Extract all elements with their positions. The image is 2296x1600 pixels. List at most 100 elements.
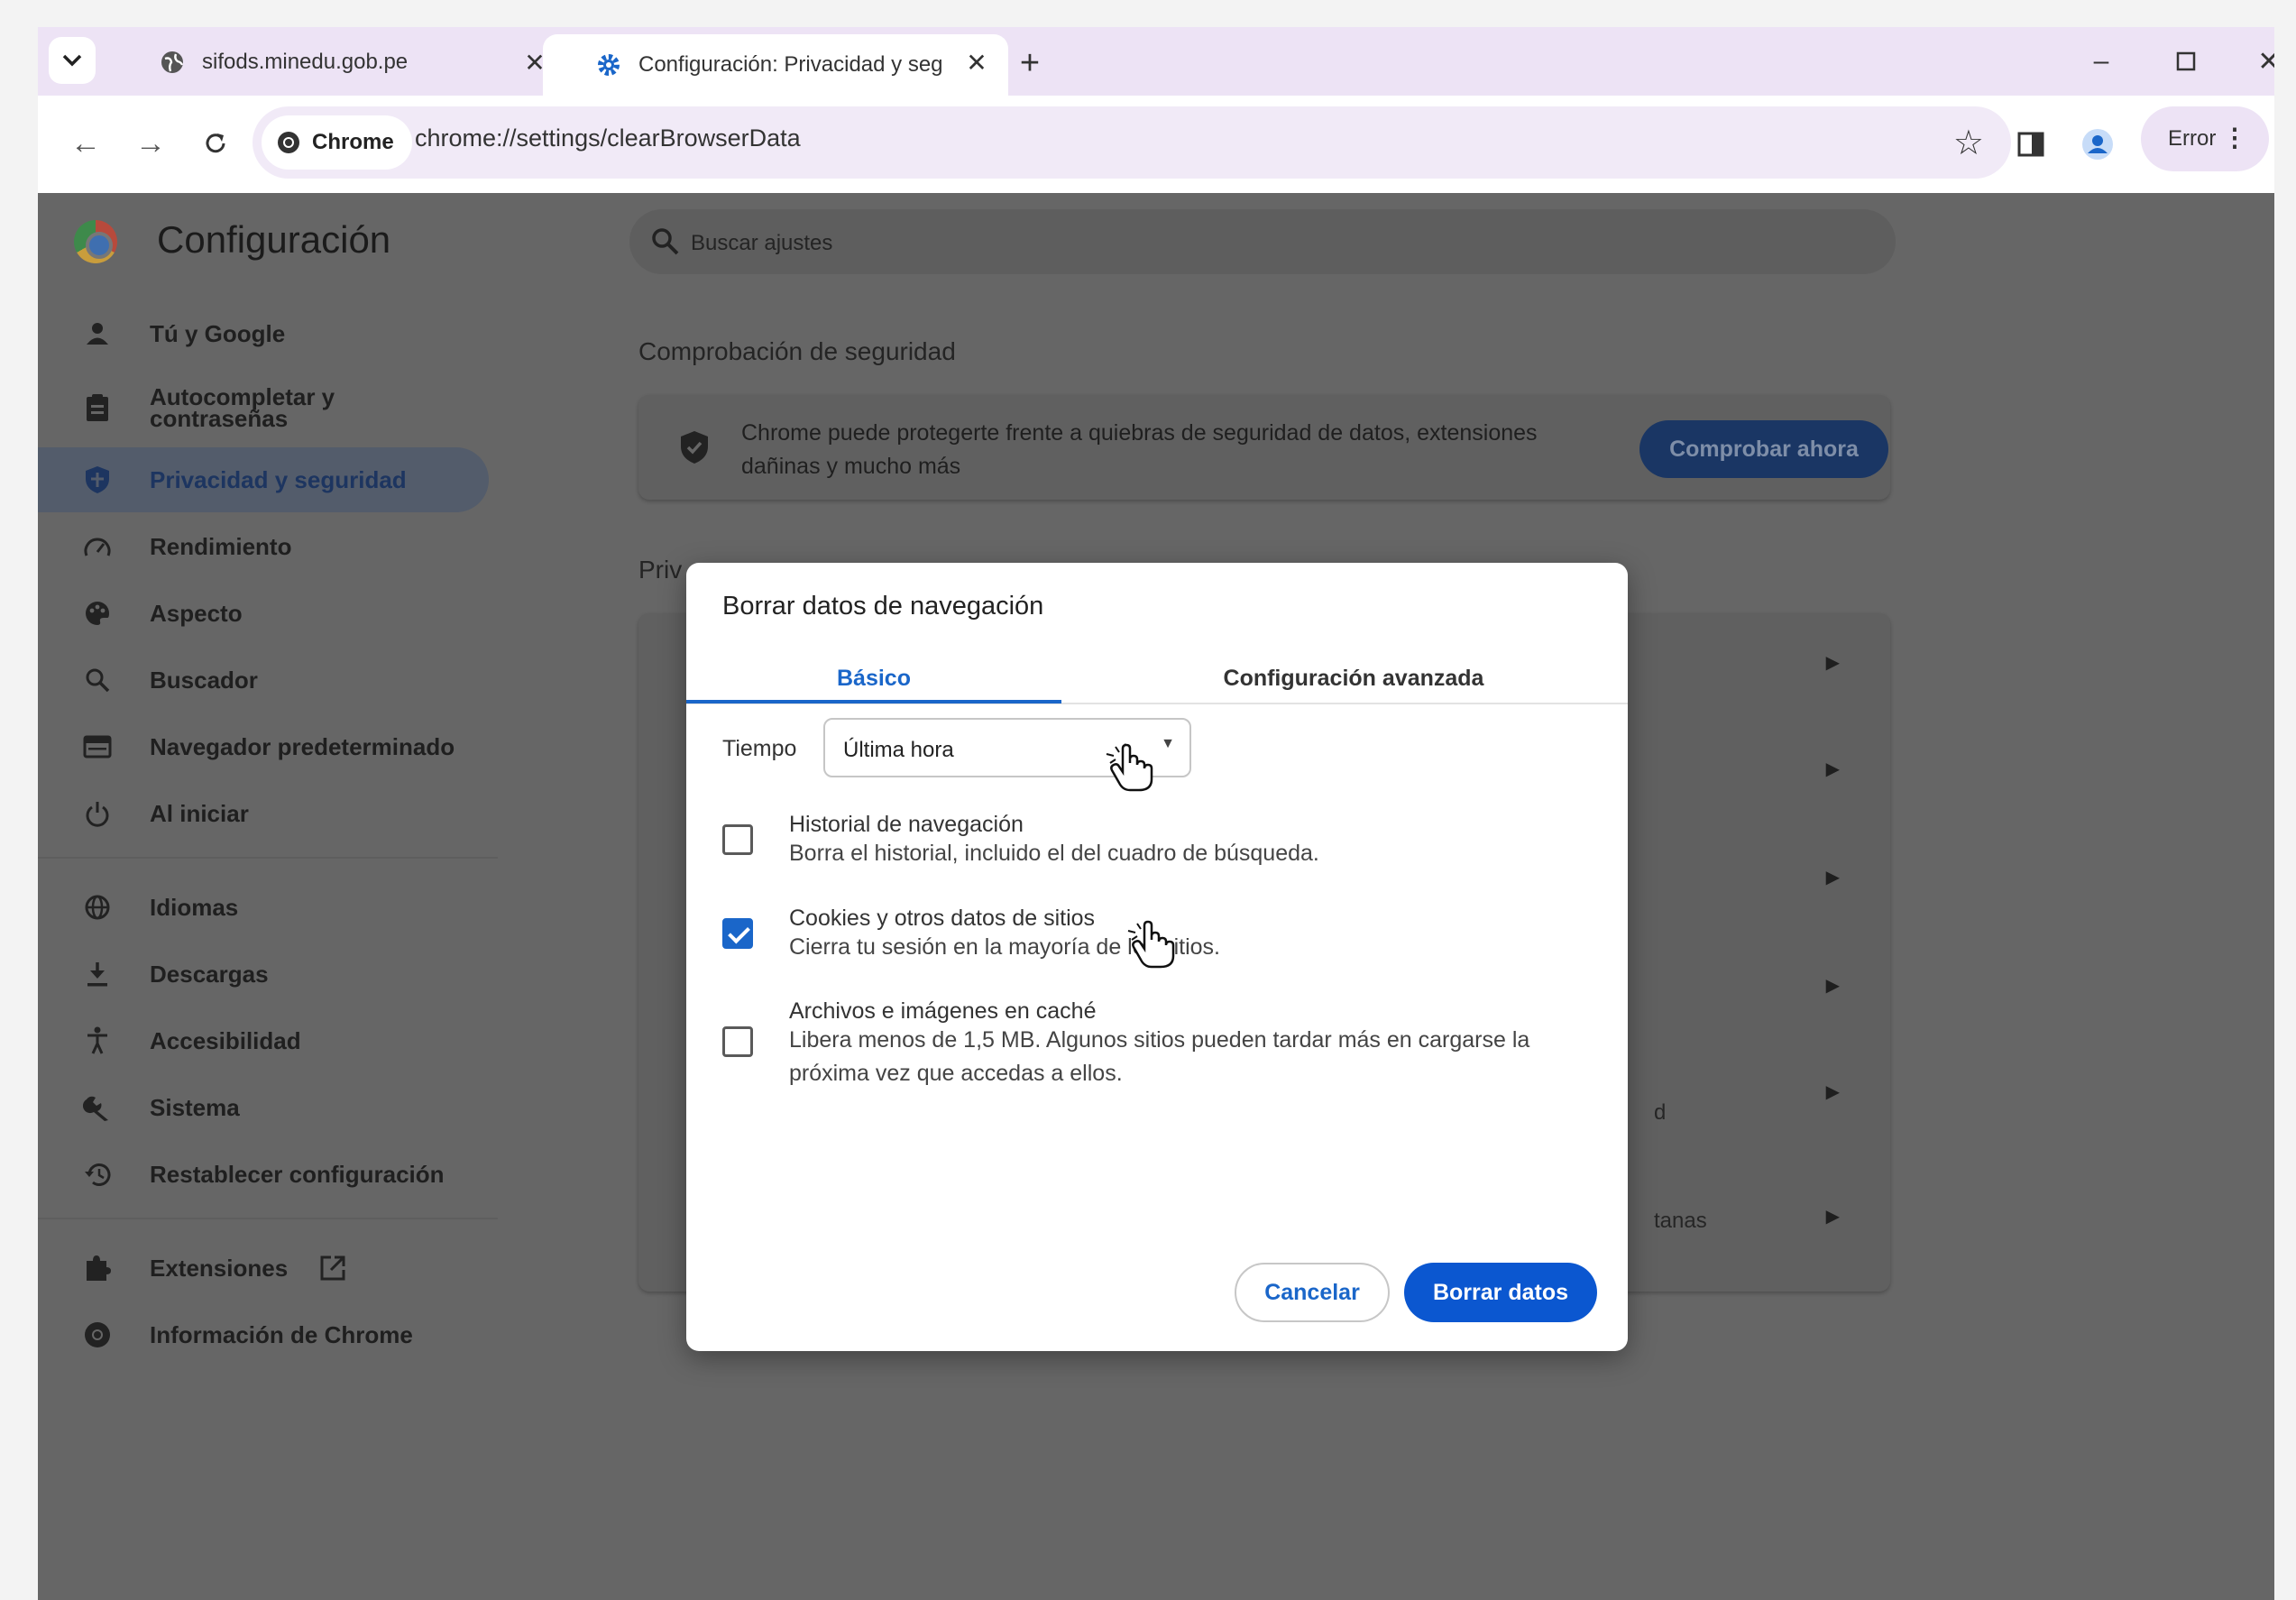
sidebar-item-restablecer[interactable]: Restablecer configuración	[38, 1142, 489, 1207]
sidebar-item-rendimiento[interactable]: Rendimiento	[38, 514, 489, 579]
sidebar-item-label: Al iniciar	[150, 799, 249, 827]
url-text[interactable]: chrome://settings/clearBrowserData	[415, 124, 801, 152]
new-tab-button[interactable]: +	[1008, 41, 1052, 85]
tab-strip: sifods.minedu.gob.pe ✕ Configuración: Pr…	[38, 27, 2274, 96]
profile-error-button[interactable]: Error ⋮	[2141, 106, 2269, 171]
site-info-chip[interactable]: Chrome	[262, 115, 412, 170]
active-tab-indicator	[686, 700, 1061, 703]
tab-sifods[interactable]: sifods.minedu.gob.pe ✕	[119, 34, 566, 90]
chevron-right-icon[interactable]: ▶	[1826, 866, 1840, 888]
profile-icon[interactable]	[2074, 121, 2121, 168]
reload-icon[interactable]	[191, 119, 240, 168]
chrome-icon	[78, 1315, 117, 1355]
browser-window: sifods.minedu.gob.pe ✕ Configuración: Pr…	[38, 27, 2274, 1600]
chevron-right-icon[interactable]: ▶	[1826, 974, 1840, 997]
chevron-right-icon[interactable]: ▶	[1826, 758, 1840, 780]
minimize-icon[interactable]: –	[2074, 41, 2128, 81]
chrome-icon	[278, 132, 299, 153]
side-panel-icon[interactable]	[2007, 121, 2054, 168]
kebab-menu-icon[interactable]: ⋮	[2222, 123, 2247, 152]
chevron-right-icon[interactable]: ▶	[1826, 1205, 1840, 1228]
row-partial-text: tanas	[1654, 1209, 1707, 1233]
palette-icon	[78, 593, 117, 633]
sidebar-item-label: Restablecer configuración	[150, 1160, 445, 1188]
star-icon[interactable]: ☆	[1953, 123, 1984, 163]
globe-icon	[159, 49, 186, 76]
cache-option-title: Archivos e imágenes en caché	[789, 998, 1097, 1024]
sidebar-item-accesibilidad[interactable]: Accesibilidad	[38, 1008, 489, 1073]
clipboard-icon	[78, 388, 117, 428]
sidebar-item-label: Información de Chrome	[150, 1320, 413, 1348]
shield-icon	[78, 460, 117, 500]
puzzle-icon	[78, 1248, 117, 1288]
tab-advanced[interactable]: Configuración avanzada	[1155, 651, 1552, 705]
hand-cursor-icon	[1127, 920, 1175, 969]
sidebar-item-label: Rendimiento	[150, 532, 292, 560]
chevron-right-icon[interactable]: ▶	[1826, 651, 1840, 674]
clear-browsing-data-dialog: Borrar datos de navegación Básico Config…	[686, 563, 1628, 1351]
sidebar-item-extensiones[interactable]: Extensiones	[38, 1236, 489, 1301]
close-window-icon[interactable]: ✕	[2242, 41, 2274, 81]
sidebar-item-label: Tú y Google	[150, 319, 286, 347]
sidebar-item-label: Autocompletar y contraseñas	[150, 383, 335, 432]
chevron-right-icon[interactable]: ▶	[1826, 1080, 1840, 1103]
tab-configuracion[interactable]: Configuración: Privacidad y seg ✕	[543, 34, 1008, 96]
cancel-button[interactable]: Cancelar	[1235, 1263, 1390, 1322]
address-bar[interactable]: Chrome chrome://settings/clearBrowserDat…	[253, 106, 2011, 179]
history-icon	[78, 1154, 117, 1194]
cookies-checkbox[interactable]	[722, 918, 753, 949]
sidebar-item-label: Privacidad y seguridad	[150, 465, 407, 493]
speedometer-icon	[78, 527, 117, 566]
search-placeholder: Buscar ajustes	[691, 231, 833, 255]
cookies-option-title: Cookies y otros datos de sitios	[789, 906, 1096, 931]
privacy-heading: Priv	[638, 556, 683, 584]
row-partial-text: d	[1654, 1100, 1667, 1125]
cache-checkbox[interactable]	[722, 1026, 753, 1057]
sidebar-item-label: Descargas	[150, 960, 269, 988]
sidebar-item-label: Sistema	[150, 1093, 240, 1121]
tab-search-button[interactable]	[49, 37, 96, 84]
tab-basic[interactable]: Básico	[686, 651, 1061, 705]
sidebar-item-label: Navegador predeterminado	[150, 732, 455, 760]
history-option-desc: Borra el historial, incluido el del cuad…	[789, 841, 1319, 866]
close-tab-icon[interactable]: ✕	[961, 47, 992, 78]
shield-check-icon	[681, 431, 708, 464]
sidebar-item-autocompletar[interactable]: Autocompletar y contraseñas	[38, 370, 489, 446]
external-link-icon	[318, 1254, 347, 1283]
sidebar-item-label: Idiomas	[150, 893, 239, 921]
sidebar-item-navegador[interactable]: Navegador predeterminado	[38, 714, 489, 779]
cache-option-desc: Libera menos de 1,5 MB. Algunos sitios p…	[789, 1027, 1530, 1086]
power-icon	[78, 794, 117, 833]
wrench-icon	[78, 1088, 117, 1127]
sidebar-item-label: Aspecto	[150, 599, 243, 627]
sidebar-item-descargas[interactable]: Descargas	[38, 942, 489, 1007]
history-option-title: Historial de navegación	[789, 812, 1024, 837]
clear-data-button[interactable]: Borrar datos	[1404, 1263, 1597, 1322]
sidebar-item-sistema[interactable]: Sistema	[38, 1075, 489, 1140]
back-arrow-icon[interactable]: ←	[61, 119, 110, 168]
download-icon	[78, 954, 117, 994]
safety-check-text: Chrome puede protegerte frente a quiebra…	[741, 420, 1538, 479]
time-range-label: Tiempo	[722, 736, 797, 761]
sidebar-item-label: Buscador	[150, 666, 258, 694]
chevron-down-icon	[62, 54, 82, 67]
sidebar-item-al-iniciar[interactable]: Al iniciar	[38, 781, 489, 846]
sidebar-item-privacidad[interactable]: Privacidad y seguridad	[38, 447, 489, 512]
person-icon	[78, 314, 117, 354]
sidebar-item-idiomas[interactable]: Idiomas	[38, 875, 489, 940]
sidebar-item-aspecto[interactable]: Aspecto	[38, 581, 489, 646]
maximize-icon[interactable]	[2159, 41, 2213, 81]
search-icon	[78, 660, 117, 700]
sidebar-divider	[38, 1218, 498, 1219]
settings-search-input[interactable]: Buscar ajustes	[629, 209, 1896, 274]
sidebar-item-tu-y-google[interactable]: Tú y Google	[38, 301, 489, 366]
sidebar-item-label: Extensiones	[150, 1254, 289, 1282]
forward-arrow-icon[interactable]: →	[126, 119, 175, 168]
history-checkbox[interactable]	[722, 824, 753, 855]
chrome-logo-icon	[74, 220, 117, 263]
check-now-button[interactable]: Comprobar ahora	[1639, 420, 1888, 478]
hand-cursor-icon	[1106, 743, 1153, 792]
sidebar-item-buscador[interactable]: Buscador	[38, 648, 489, 713]
sidebar-item-informacion[interactable]: Información de Chrome	[38, 1302, 489, 1367]
error-label: Error	[2168, 126, 2217, 151]
